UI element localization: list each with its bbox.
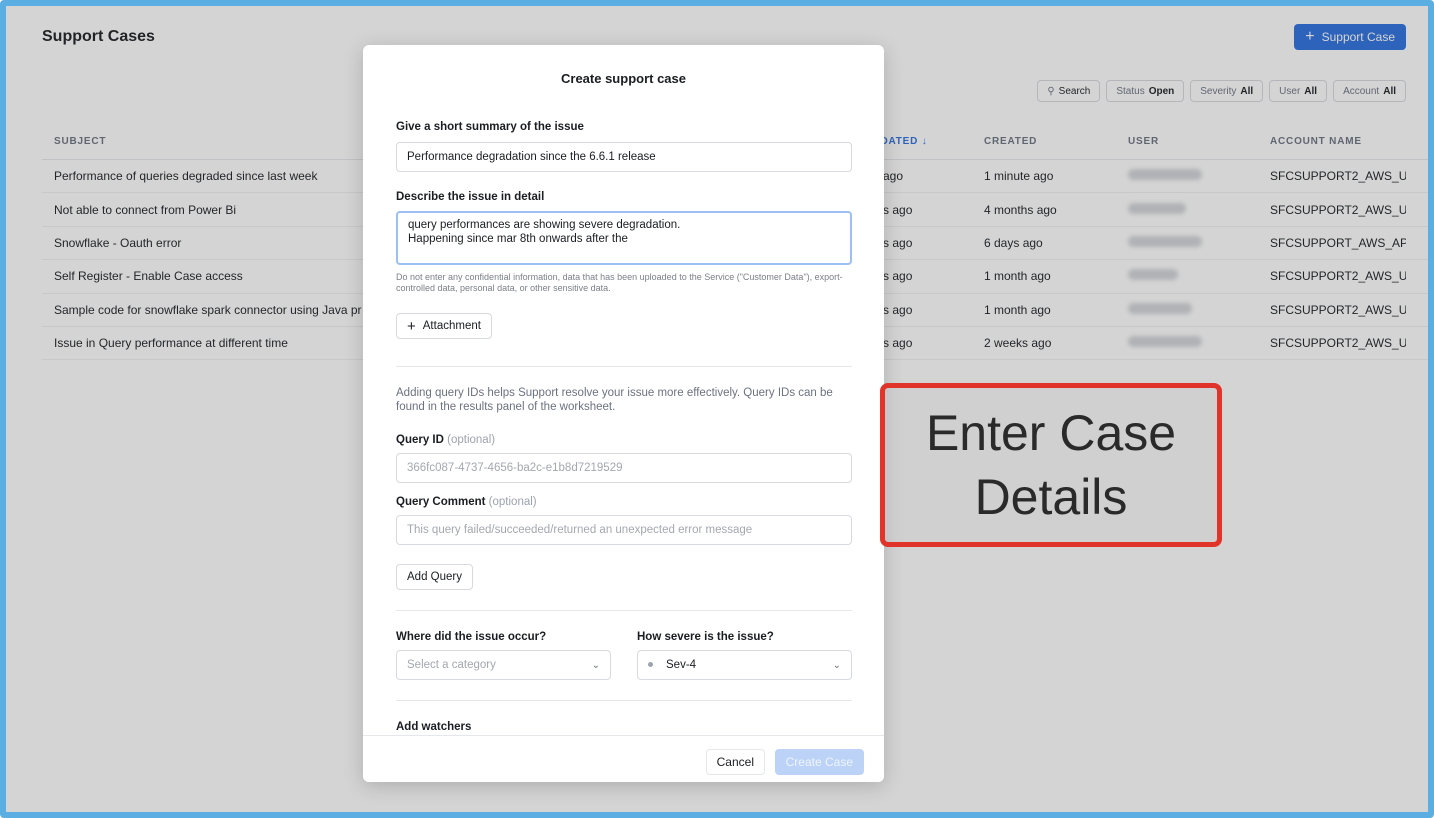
query-comment-label-text: Query Comment: [396, 496, 486, 508]
query-comment-input[interactable]: This query failed/succeeded/returned an …: [396, 515, 852, 545]
create-case-button[interactable]: Create Case: [774, 749, 864, 775]
add-query-button[interactable]: Add Query: [396, 564, 473, 590]
annotation-callout: Enter Case Details: [880, 383, 1222, 547]
callout-line: Enter Case: [925, 405, 1177, 461]
attachment-label: Attachment: [422, 320, 481, 332]
where-label: Where did the issue occur?: [396, 631, 547, 643]
cancel-button[interactable]: Cancel: [705, 749, 765, 775]
section-divider: [396, 610, 852, 611]
query-info-text: Adding query IDs helps Support resolve y…: [396, 387, 833, 413]
detail-line: query performances are showing severe de…: [408, 219, 681, 231]
query-id-label: Query ID (optional): [396, 434, 495, 446]
optional-tag: (optional): [488, 496, 537, 508]
query-id-label-text: Query ID: [396, 434, 444, 446]
optional-tag: (optional): [447, 434, 496, 446]
callout-line: Details: [974, 469, 1128, 525]
detail-label: Describe the issue in detail: [396, 191, 545, 203]
support-cases-page: Support Cases + Support Case ⚲ Search St…: [6, 6, 1428, 812]
screen-frame: Support Cases + Support Case ⚲ Search St…: [0, 0, 1434, 818]
dialog-title: Create support case: [561, 71, 686, 86]
confidentiality-hint: Do not enter any confidential informatio…: [396, 272, 843, 293]
detail-textarea[interactable]: query performances are showing severe de…: [396, 211, 852, 265]
create-case-dialog: Create support case Give a short summary…: [363, 45, 884, 782]
dialog-footer: Cancel Create Case: [363, 735, 884, 782]
severity-select-text: Sev-4: [666, 659, 697, 671]
section-divider: [396, 700, 852, 701]
category-select[interactable]: Select a category ⌄: [396, 650, 611, 680]
category-select-value: Select a category: [407, 659, 496, 671]
watchers-label: Add watchers: [396, 721, 472, 733]
attachment-button[interactable]: + Attachment: [396, 313, 492, 339]
summary-label: Give a short summary of the issue: [396, 121, 584, 133]
detail-line: Happening since mar 8th onwards after th…: [408, 233, 628, 245]
severity-dot-icon: [648, 662, 653, 668]
severity-label: How severe is the issue?: [637, 631, 774, 643]
section-divider: [396, 366, 852, 367]
query-id-input[interactable]: 366fc087-4737-4656-ba2c-e1b8d7219529: [396, 453, 852, 483]
severity-select[interactable]: Sev-4 ⌄: [637, 650, 852, 680]
severity-select-value: Sev-4: [648, 659, 696, 671]
summary-input[interactable]: Performance degradation since the 6.6.1 …: [396, 142, 852, 172]
plus-icon: +: [407, 317, 416, 335]
chevron-down-icon: ⌄: [591, 659, 600, 671]
add-query-label: Add Query: [407, 571, 462, 583]
chevron-down-icon: ⌄: [832, 659, 841, 671]
query-comment-label: Query Comment (optional): [396, 496, 537, 508]
